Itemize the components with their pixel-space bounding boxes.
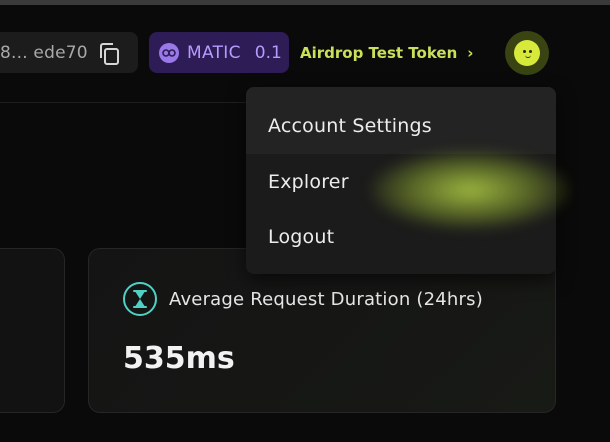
stat-card-partial xyxy=(0,248,65,413)
chevron-right-icon: › xyxy=(467,43,474,62)
network-balance-pill[interactable]: MATIC 0.1 xyxy=(149,32,289,73)
menu-item-account-settings[interactable]: Account Settings xyxy=(246,87,556,154)
menu-item-logout[interactable]: Logout xyxy=(246,209,556,264)
wallet-address-pill[interactable]: 8... ede70 xyxy=(0,32,138,73)
account-dropdown-menu: Account Settings Explorer Logout xyxy=(246,87,556,274)
menu-item-label: Logout xyxy=(268,225,335,248)
menu-item-explorer[interactable]: Explorer xyxy=(246,154,556,209)
top-border xyxy=(0,0,610,5)
network-symbol: MATIC xyxy=(187,42,241,63)
polygon-icon xyxy=(159,42,179,63)
account-avatar-button[interactable] xyxy=(505,31,549,75)
stat-label: Average Request Duration (24hrs) xyxy=(169,288,483,310)
hourglass-icon xyxy=(123,282,157,316)
airdrop-label: Airdrop Test Token xyxy=(300,43,458,62)
copy-icon[interactable] xyxy=(98,42,119,65)
airdrop-test-token-link[interactable]: Airdrop Test Token › xyxy=(300,32,473,73)
wallet-address: 8... ede70 xyxy=(0,42,88,63)
smiley-avatar-icon xyxy=(514,40,540,66)
menu-item-label: Explorer xyxy=(268,170,349,193)
menu-item-label: Account Settings xyxy=(268,114,432,137)
stat-value: 535ms xyxy=(123,341,235,376)
network-balance: 0.1 xyxy=(254,42,282,63)
stat-title-row: Average Request Duration (24hrs) xyxy=(123,282,483,316)
